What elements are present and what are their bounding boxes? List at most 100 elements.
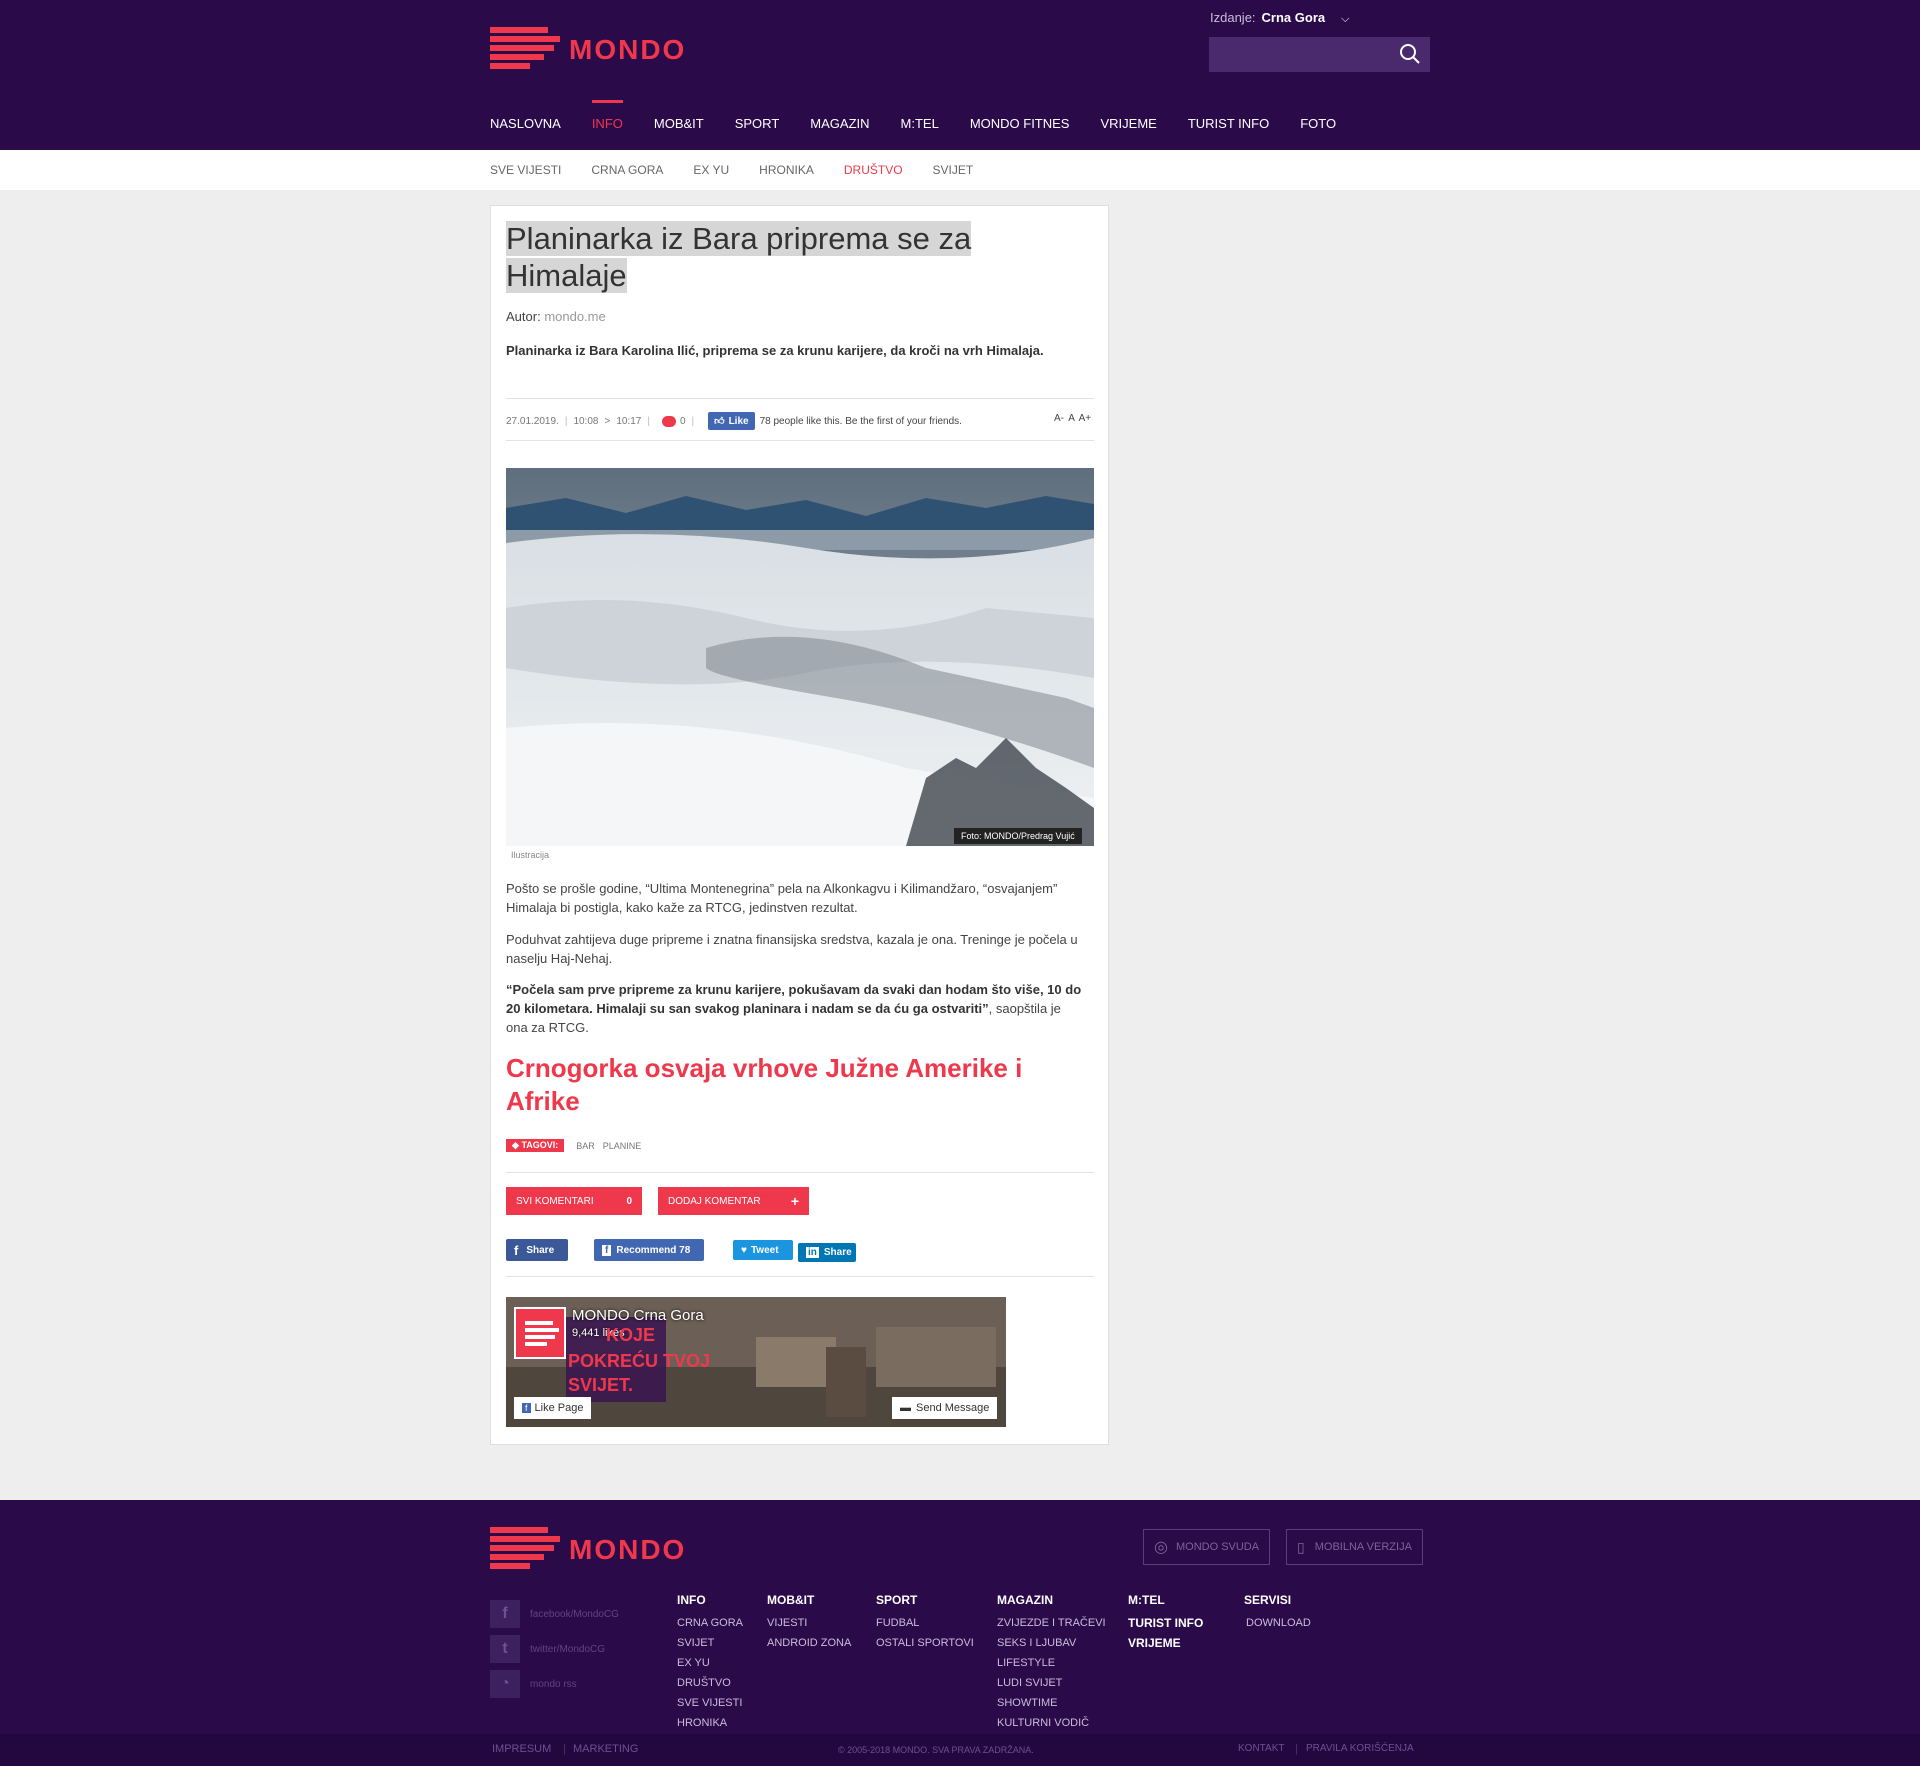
facebook-page-plugin[interactable]: MONDO Crna Gora 9,441 likes KOJE POKREĆU… [506,1297,1006,1427]
marketing-link[interactable]: MARKETING [573,1743,638,1755]
article-title: Planinarka iz Bara priprema se za Himala… [506,221,972,293]
nav-sport[interactable]: SPORT [735,116,780,131]
footer-link[interactable]: ZVIJEZDE I TRAČEVI [997,1613,1106,1633]
photo-caption: Ilustracija [511,850,550,860]
mobile-version-button[interactable]: ▯ MOBILNA VERZIJA [1286,1529,1423,1565]
footer-link[interactable]: HRONIKA [677,1713,743,1733]
comment-icon[interactable] [661,415,676,427]
chevron-down-icon: ⌵ [1341,13,1350,25]
comment-count[interactable]: 0 [680,416,686,427]
sub-nav: SVE VIJESTI CRNA GORA EX YU HRONIKA DRUŠ… [0,150,1920,190]
twitter-icon: ♥ [741,1244,747,1256]
tweet-button[interactable]: ♥ Tweet [733,1240,793,1260]
footer-link[interactable]: EX YU [677,1653,743,1673]
mondo-everywhere-button[interactable]: ◎ MONDO SVUDA [1143,1529,1271,1565]
fb-send-message-button[interactable]: ▬ Send Message [892,1397,998,1419]
social-twitter[interactable]: t twitter/MondoCG [490,1635,605,1663]
subnav-sve-vijesti[interactable]: SVE VIJESTI [490,163,561,177]
footer-col-head[interactable]: MOB&IT [767,1593,851,1607]
footer-col-mobit: MOB&IT VIJESTI ANDROID ZONA [767,1593,851,1653]
fb-like-button[interactable]: 👍︎ Like [708,412,755,430]
nav-mondo-fitnes[interactable]: MONDO FITNES [970,116,1070,131]
footer-logo-text[interactable]: MONDO [569,1534,686,1566]
footer-link[interactable]: DRUŠTVO [677,1673,743,1693]
footer-link[interactable]: SHOWTIME [997,1693,1106,1713]
social-rss[interactable]: ◔ mondo rss [490,1670,577,1698]
nav-turist-info[interactable]: TURIST INFO [1188,116,1269,131]
footer-link[interactable]: ANDROID ZONA [767,1633,851,1653]
footer-link[interactable]: DOWNLOAD [1246,1613,1311,1633]
search-icon[interactable] [1398,42,1422,66]
subnav-svijet[interactable]: SVIJET [933,163,974,177]
footer-col-head[interactable]: INFO [677,1593,743,1607]
footer-link[interactable]: LIFESTYLE [997,1653,1106,1673]
subnav-crna-gora[interactable]: CRNA GORA [591,163,663,177]
article-author: Autor: mondo.me [506,309,606,324]
logo-text[interactable]: MONDO [569,34,686,66]
mondo-avatar[interactable] [514,1307,566,1359]
tag-icon: ◆ [512,1140,519,1150]
linkedin-icon: in [806,1247,819,1258]
nav-naslovna[interactable]: NASLOVNA [490,116,561,131]
footer-link[interactable]: VIJESTI [767,1613,851,1633]
nav-info[interactable]: INFO [591,100,623,131]
edition-label: Izdanje: [1210,10,1256,25]
fb-like-page-button[interactable]: f Like Page [514,1397,592,1419]
footer-col-info: INFO CRNA GORA SVIJET EX YU DRUŠTVO SVE … [677,1593,743,1733]
separator: | [1295,1743,1298,1755]
footer-link[interactable]: KULTURNI VODIČ [997,1713,1106,1733]
article-paragraph: Pošto se prošle godine, “Ultima Monteneg… [506,881,1058,915]
thumbs-up-icon: 👍︎ [714,416,725,427]
social-facebook[interactable]: f facebook/MondoCG [490,1600,619,1628]
footer-link[interactable]: LUDI SVIJET [997,1673,1106,1693]
footer-link[interactable]: OSTALI SPORTOVI [876,1633,974,1653]
fb-share-button[interactable]: f Share [506,1239,568,1261]
subnav-hronika[interactable]: HRONIKA [759,163,814,177]
fb-page-name[interactable]: MONDO Crna Gora [572,1307,704,1324]
terms-link[interactable]: PRAVILA KORIŠĆENJA [1306,1743,1414,1754]
nav-mobit[interactable]: MOB&IT [654,116,704,131]
footer-link[interactable]: CRNA GORA [677,1613,743,1633]
footer-link[interactable]: TURIST INFO [1128,1613,1203,1633]
tag-bar[interactable]: BAR [576,1141,595,1151]
nav-foto[interactable]: FOTO [1300,116,1336,131]
footer-col-head[interactable]: SERVISI [1244,1593,1311,1607]
divider [506,1172,1094,1173]
nav-vrijeme[interactable]: VRIJEME [1100,116,1156,131]
facebook-icon: f [602,1244,612,1256]
add-comment-button[interactable]: DODAJ KOMENTAR + [658,1187,809,1215]
mondo-logo-icon[interactable] [490,1527,560,1571]
site-header: MONDO Izdanje: Crna Gora ⌵ NASLOVNA INFO M… [0,0,1920,150]
article-photo[interactable] [506,468,1094,846]
footer-col-head[interactable]: MAGAZIN [997,1593,1106,1607]
tag-planine[interactable]: PLANINE [603,1141,642,1151]
footer-link[interactable]: FUDBAL [876,1613,974,1633]
article-date: 27.01.2019. [506,415,559,427]
footer-link[interactable]: VRIJEME [1128,1633,1203,1653]
footer-col-mtel: M:TEL TURIST INFO VRIJEME [1128,1593,1203,1653]
footer-col-sport: SPORT FUDBAL OSTALI SPORTOVI [876,1593,974,1653]
subnav-ex-yu[interactable]: EX YU [693,163,729,177]
tags-label: ◆ TAGOVI: [506,1139,565,1152]
mondo-logo-icon[interactable] [490,27,560,71]
nav-mtel[interactable]: M:TEL [901,116,939,131]
separator: | [563,1743,566,1755]
divider [506,1276,1094,1277]
impresum-link[interactable]: IMPRESUM [492,1743,551,1755]
footer-link[interactable]: SVE VIJESTI [677,1693,743,1713]
edition-selector[interactable]: Izdanje: Crna Gora ⌵ [1210,10,1349,26]
linkedin-share-button[interactable]: in Share [798,1243,856,1262]
footer-link[interactable]: SVIJET [677,1633,743,1653]
search-input[interactable] [1209,37,1430,72]
subnav-drustvo[interactable]: DRUŠTVO [844,163,903,177]
all-comments-button[interactable]: SVI KOMENTARI 0 [506,1187,642,1215]
font-size-controls[interactable]: A- A A+ [1054,413,1091,424]
contact-link[interactable]: KONTAKT [1238,1743,1284,1754]
footer-link[interactable]: SEKS I LJUBAV [997,1633,1106,1653]
fb-recommend-button[interactable]: f Recommend 78 [594,1239,704,1261]
article-time: 10:08 [573,415,599,427]
footer-col-head[interactable]: M:TEL [1128,1593,1203,1607]
nav-magazin[interactable]: MAGAZIN [810,116,869,131]
author-link[interactable]: mondo.me [544,309,605,324]
footer-col-head[interactable]: SPORT [876,1593,974,1607]
